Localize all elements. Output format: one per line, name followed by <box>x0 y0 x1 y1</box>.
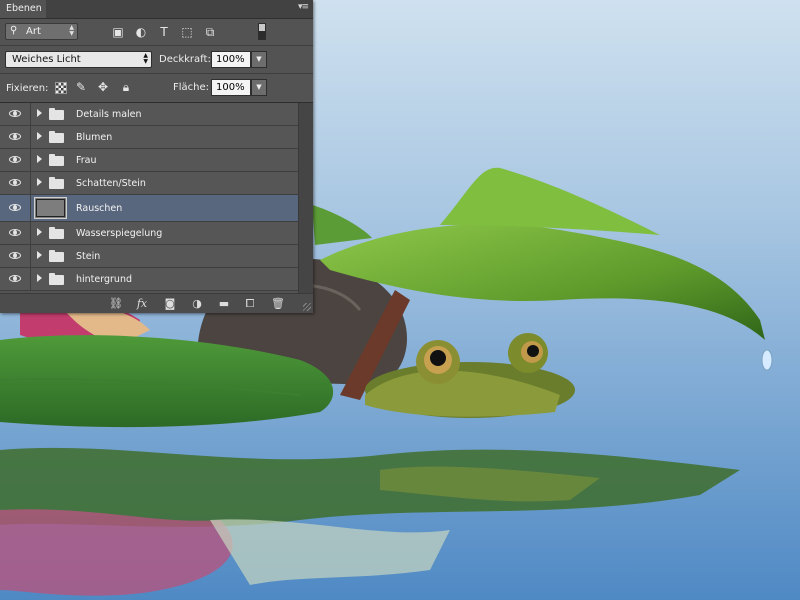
eye-icon <box>9 252 21 259</box>
layer-filter-row: ⚲ Art ▲ ▼ ▣ ◐ T ⬚ ⧉ <box>0 19 313 46</box>
eye-icon <box>9 110 21 117</box>
expand-triangle-icon[interactable] <box>37 228 42 236</box>
layer-row[interactable]: hintergrund <box>0 268 298 291</box>
layer-name: Details malen <box>76 109 142 120</box>
visibility-toggle[interactable] <box>0 195 31 221</box>
folder-icon <box>49 273 64 285</box>
layers-panel: Ebenen ▾≡ ⚲ Art ▲ ▼ ▣ ◐ T ⬚ ⧉ Weiches Licht ▲… <box>0 0 313 313</box>
type-filter-icon[interactable]: T <box>156 24 172 40</box>
opacity-dropdown-button[interactable]: ▼ <box>251 51 267 68</box>
visibility-toggle[interactable] <box>0 222 31 244</box>
eye-icon <box>9 133 21 140</box>
search-icon: ⚲ <box>10 25 18 36</box>
layer-list: Details malen Blumen Frau Schatten/Stein… <box>0 103 298 293</box>
filter-icons: ▣ ◐ T ⬚ ⧉ <box>110 24 225 40</box>
eye-icon <box>9 204 21 211</box>
lock-image-pixels-icon[interactable]: ✎ <box>74 80 88 94</box>
layer-row-selected[interactable]: Rauschen <box>0 195 298 222</box>
expand-triangle-icon[interactable] <box>37 274 42 282</box>
delete-icon[interactable]: 🗑︎ <box>270 296 286 312</box>
layer-name: Rauschen <box>76 203 123 214</box>
tab-layers[interactable]: Ebenen <box>0 0 46 18</box>
lock-label: Fixieren: <box>6 83 49 94</box>
expand-triangle-icon[interactable] <box>37 155 42 163</box>
expand-triangle-icon[interactable] <box>37 132 42 140</box>
lock-position-icon[interactable]: ✥ <box>96 80 110 94</box>
layer-row[interactable]: Frau <box>0 149 298 172</box>
opacity-label: Deckkraft: <box>159 54 211 65</box>
opacity-input[interactable]: 100% <box>211 51 251 68</box>
filter-kind-select[interactable]: ⚲ Art ▲ ▼ <box>5 23 78 40</box>
layer-row[interactable]: Stein <box>0 245 298 268</box>
layer-name: Frau <box>76 155 97 166</box>
layer-name: hintergrund <box>76 274 132 285</box>
lock-transparent-pixels-icon[interactable] <box>55 82 67 94</box>
lock-fill-row: Fixieren: ✎ ✥ 🔒︎ Fläche: 100% ▼ <box>0 74 313 103</box>
blend-opacity-row: Weiches Licht ▲ ▼ Deckkraft: 100% ▼ <box>0 46 313 74</box>
blend-mode-value: Weiches Licht <box>12 54 81 65</box>
folder-icon <box>49 250 64 262</box>
chevron-updown-icon: ▲ ▼ <box>69 24 74 37</box>
folder-icon <box>49 227 64 239</box>
fill-input[interactable]: 100% <box>211 79 251 96</box>
shape-filter-icon[interactable]: ⬚ <box>179 24 195 40</box>
visibility-toggle[interactable] <box>0 149 31 171</box>
new-layer-icon[interactable]: ⧠ <box>242 296 258 312</box>
visibility-toggle[interactable] <box>0 126 31 148</box>
chevron-updown-icon: ▲ ▼ <box>143 52 148 65</box>
fill-dropdown-button[interactable]: ▼ <box>251 79 267 96</box>
panel-menu-icon[interactable]: ▾≡ <box>298 2 309 12</box>
layer-name: Wasserspiegelung <box>76 228 163 239</box>
layer-name: Stein <box>76 251 101 262</box>
layer-list-scrollbar[interactable] <box>298 103 313 293</box>
blend-mode-select[interactable]: Weiches Licht ▲ ▼ <box>5 51 152 68</box>
visibility-toggle[interactable] <box>0 245 31 267</box>
eye-icon <box>9 156 21 163</box>
expand-triangle-icon[interactable] <box>37 178 42 186</box>
mask-icon[interactable]: ◙ <box>162 296 178 312</box>
eye-icon <box>9 179 21 186</box>
link-layers-icon[interactable]: ⛓ <box>108 296 124 312</box>
adjustment-filter-icon[interactable]: ◐ <box>133 24 149 40</box>
folder-icon <box>49 177 64 189</box>
smart-object-filter-icon[interactable]: ⧉ <box>202 24 218 40</box>
layer-row[interactable]: Details malen <box>0 103 298 126</box>
new-group-icon[interactable]: ▬ <box>216 296 232 312</box>
layer-row[interactable]: Blumen <box>0 126 298 149</box>
filter-toggle[interactable] <box>258 23 266 40</box>
lock-all-icon[interactable]: 🔒︎ <box>119 80 133 94</box>
panel-bottom-bar: ⛓ fx ◙ ◑ ▬ ⧠ 🗑︎ <box>0 293 313 313</box>
expand-triangle-icon[interactable] <box>37 109 42 117</box>
eye-icon <box>9 229 21 236</box>
filter-kind-value: Art <box>26 26 41 37</box>
layer-name: Blumen <box>76 132 113 143</box>
adjustment-layer-icon[interactable]: ◑ <box>189 296 205 312</box>
image-filter-icon[interactable]: ▣ <box>110 24 126 40</box>
folder-icon <box>49 154 64 166</box>
layer-row[interactable]: Schatten/Stein <box>0 172 298 195</box>
folder-icon <box>49 108 64 120</box>
layer-row[interactable]: Wasserspiegelung <box>0 222 298 245</box>
layer-thumbnail <box>34 197 67 219</box>
visibility-toggle[interactable] <box>0 268 31 290</box>
fx-icon[interactable]: fx <box>134 296 150 312</box>
folder-icon <box>49 131 64 143</box>
fill-label: Fläche: <box>173 82 210 93</box>
layer-name: Schatten/Stein <box>76 178 146 189</box>
eye-icon <box>9 275 21 282</box>
panel-tab-bar: Ebenen ▾≡ <box>0 0 313 19</box>
expand-triangle-icon[interactable] <box>37 251 42 259</box>
visibility-toggle[interactable] <box>0 103 31 125</box>
visibility-toggle[interactable] <box>0 172 31 194</box>
resize-grip[interactable] <box>303 303 311 311</box>
